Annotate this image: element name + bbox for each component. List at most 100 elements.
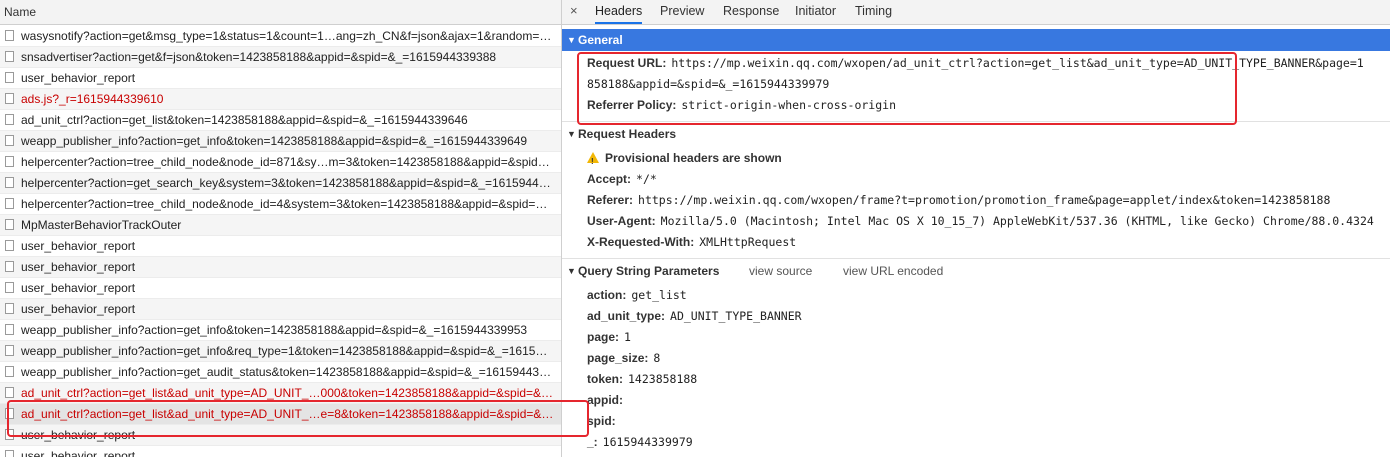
referrer-policy-value: strict-origin-when-cross-origin [681,98,897,112]
file-icon [5,345,14,356]
request-row[interactable]: helpercenter?action=get_search_key&syste… [0,173,561,194]
x-requested-with-row: X-Requested-With: XMLHttpRequest [587,233,796,251]
file-icon [5,93,14,104]
request-name: user_behavior_report [21,260,136,274]
query-param-row: action: get_list [587,286,687,304]
request-row[interactable]: helpercenter?action=tree_child_node&node… [0,152,561,173]
request-headers-title: Request Headers [578,127,677,141]
file-icon [5,114,14,125]
request-row[interactable]: weapp_publisher_info?action=get_info&tok… [0,131,561,152]
request-name: user_behavior_report [21,302,136,316]
request-row[interactable]: weapp_publisher_info?action=get_audit_st… [0,362,561,383]
view-source-link[interactable]: view source [749,260,812,282]
request-name: weapp_publisher_info?action=get_info&req… [21,344,548,358]
file-icon [5,219,14,230]
request-row[interactable]: ad_unit_ctrl?action=get_list&token=14238… [0,110,561,131]
file-icon [5,30,14,41]
divider [562,258,1390,259]
request-row[interactable]: ad_unit_ctrl?action=get_list&ad_unit_typ… [0,383,561,404]
file-icon [5,261,14,272]
request-name: snsadvertiser?action=get&f=json&token=14… [21,50,497,64]
query-param-value: 1423858188 [628,372,698,386]
query-param-row: page_size: 8 [587,349,660,367]
provisional-warning-row: ! Provisional headers are shown [587,149,787,167]
query-param-key: page: [587,330,620,344]
request-row[interactable]: MpMasterBehaviorTrackOuter [0,215,561,236]
expand-triangle-icon: ▼ [567,35,576,45]
referer-value: https://mp.weixin.qq.com/wxopen/frame?t=… [638,193,1331,207]
request-row[interactable]: user_behavior_report [0,68,561,89]
request-details-panel: × Headers Preview Response Initiator Tim… [562,0,1390,457]
request-row[interactable]: snsadvertiser?action=get&f=json&token=14… [0,47,561,68]
tab-initiator[interactable]: Initiator [795,0,836,24]
file-icon [5,408,14,419]
request-row[interactable]: user_behavior_report [0,278,561,299]
x-requested-with-value: XMLHttpRequest [699,235,797,249]
request-row[interactable]: weapp_publisher_info?action=get_info&tok… [0,320,561,341]
tab-response[interactable]: Response [723,0,779,24]
request-headers-section-header[interactable]: ▼ Request Headers [562,123,1390,145]
query-param-key: spid: [587,414,616,428]
request-row[interactable]: helpercenter?action=tree_child_node&node… [0,194,561,215]
request-url-value-cont: 858188&appid=&spid=&_=1615944339979 [587,77,830,91]
request-name: helpercenter?action=tree_child_node&node… [21,155,550,169]
file-icon [5,198,14,209]
request-row[interactable]: ad_unit_ctrl?action=get_list&ad_unit_typ… [0,404,561,425]
query-param-value: AD_UNIT_TYPE_BANNER [670,309,802,323]
query-param-key: page_size: [587,351,649,365]
close-icon[interactable]: × [570,3,578,18]
request-row[interactable]: user_behavior_report [0,236,561,257]
request-row[interactable]: weapp_publisher_info?action=get_info&req… [0,341,561,362]
request-name: weapp_publisher_info?action=get_info&tok… [21,323,528,337]
view-url-encoded-link[interactable]: view URL encoded [843,260,943,282]
request-url-row: Request URL: https://mp.weixin.qq.com/wxo… [587,54,1364,72]
request-row[interactable]: user_behavior_report [0,299,561,320]
query-params-section-header[interactable]: ▼ Query String Parameters view source vi… [562,260,1390,282]
name-column-header[interactable]: Name [0,0,561,25]
request-name: helpercenter?action=tree_child_node&node… [21,197,548,211]
request-url-continued: 858188&appid=&spid=&_=1615944339979 [587,75,829,93]
request-row[interactable]: user_behavior_report [0,446,561,457]
file-icon [5,135,14,146]
query-param-key: appid: [587,393,623,407]
general-section-header[interactable]: ▼ General [562,29,1390,51]
accept-value: */* [636,172,657,186]
referrer-policy-key: Referrer Policy: [587,98,677,112]
file-icon [5,324,14,335]
provisional-warning-text: Provisional headers are shown [605,151,782,165]
tab-timing[interactable]: Timing [855,0,892,24]
query-param-value: 1 [624,330,631,344]
query-param-key: action: [587,288,627,302]
divider [562,121,1390,122]
request-url-value: https://mp.weixin.qq.com/wxopen/ad_unit_… [671,56,1364,70]
user-agent-row: User-Agent: Mozilla/5.0 (Macintosh; Intel… [587,212,1374,230]
user-agent-key: User-Agent: [587,214,656,228]
query-param-value: 8 [653,351,661,365]
request-row[interactable]: wasysnotify?action=get&msg_type=1&status… [0,26,561,47]
file-icon [5,240,14,251]
file-icon [5,282,14,293]
file-icon [5,72,14,83]
file-icon [5,387,14,398]
request-name: ad_unit_ctrl?action=get_list&token=14238… [21,113,468,127]
query-param-row: spid: [587,412,621,430]
file-icon [5,177,14,188]
file-icon [5,303,14,314]
tab-headers[interactable]: Headers [595,0,643,24]
request-row[interactable]: user_behavior_report [0,425,561,446]
warning-icon: ! [587,152,599,166]
request-name: weapp_publisher_info?action=get_info&tok… [21,134,528,148]
tab-preview[interactable]: Preview [660,0,704,24]
file-icon [5,429,14,440]
request-name: user_behavior_report [21,239,136,253]
request-name: user_behavior_report [21,428,136,442]
request-name: user_behavior_report [21,281,136,295]
request-name: ads.js?_r=1615944339610 [21,92,164,106]
query-param-key: ad_unit_type: [587,309,666,323]
details-tabbar: × Headers Preview Response Initiator Tim… [562,0,1390,25]
request-row[interactable]: user_behavior_report [0,257,561,278]
query-param-key: token: [587,372,623,386]
request-row[interactable]: ads.js?_r=1615944339610 [0,89,561,110]
request-name: user_behavior_report [21,449,136,457]
query-params-title: Query String Parameters [578,264,720,278]
